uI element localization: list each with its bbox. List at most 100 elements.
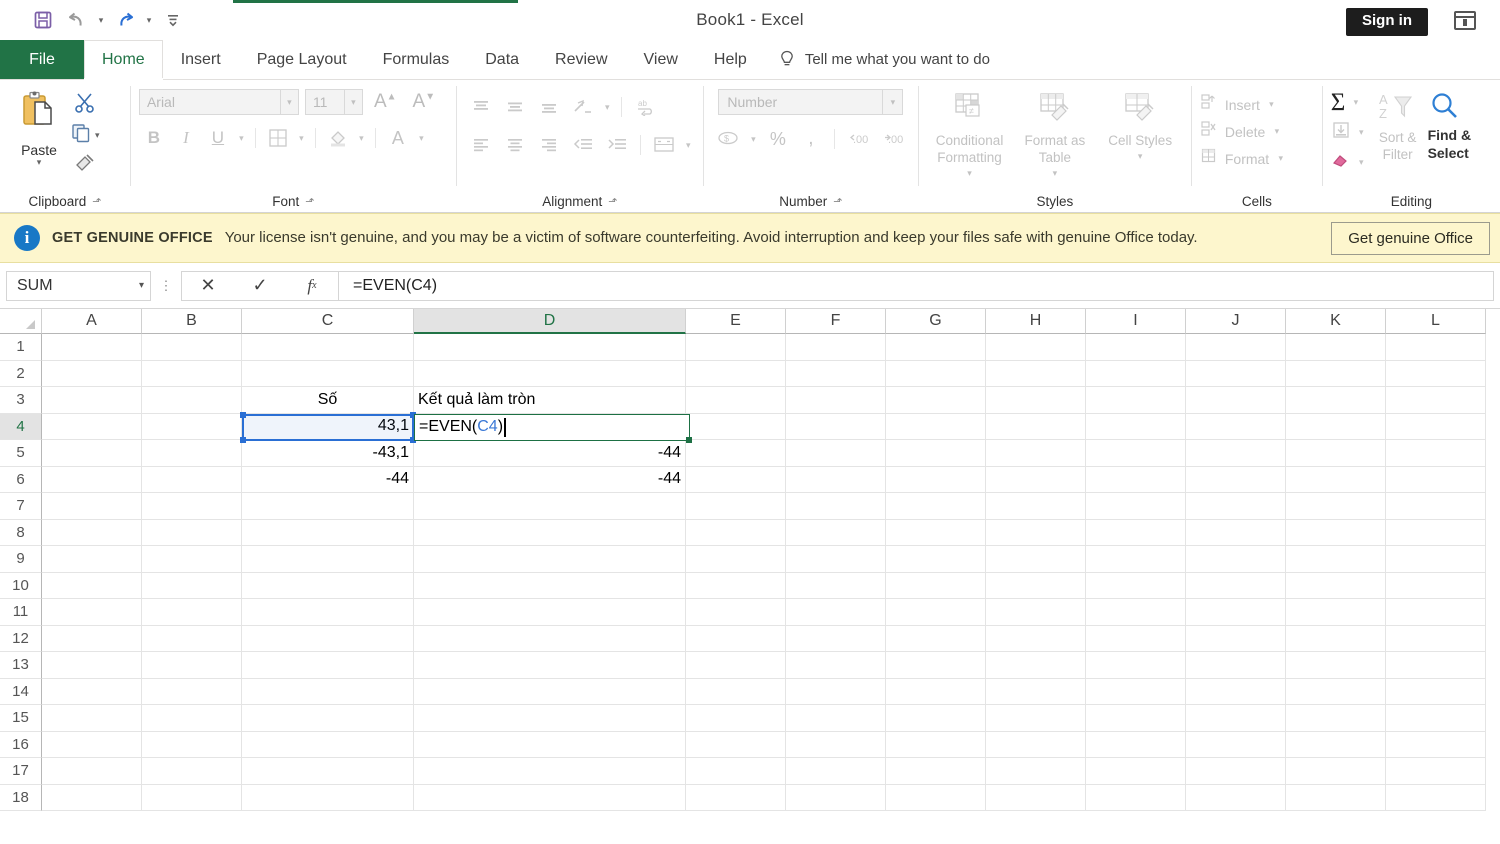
cell-j2[interactable] xyxy=(1186,360,1286,387)
cell-k11[interactable] xyxy=(1286,599,1386,626)
cell-b14[interactable] xyxy=(142,678,242,705)
cell-b8[interactable] xyxy=(142,519,242,546)
cell-c8[interactable] xyxy=(242,519,414,546)
cell-c13[interactable] xyxy=(242,652,414,679)
row-header-6[interactable]: 6 xyxy=(0,466,42,493)
clear-button[interactable]: ▾ xyxy=(1331,149,1368,176)
cell-d10[interactable] xyxy=(414,572,686,599)
cell-k14[interactable] xyxy=(1286,678,1386,705)
cell-l14[interactable] xyxy=(1386,678,1486,705)
clipboard-dialog-launcher-icon[interactable]: ⬏ xyxy=(92,195,101,208)
cell-k6[interactable] xyxy=(1286,466,1386,493)
bold-button[interactable]: B xyxy=(139,124,169,152)
increase-decimal-button[interactable]: .00 xyxy=(843,125,875,153)
cell-b18[interactable] xyxy=(142,784,242,811)
cell-l3[interactable] xyxy=(1386,387,1486,414)
column-header-k[interactable]: K xyxy=(1286,309,1386,334)
delete-cells-dropdown-icon[interactable]: ▾ xyxy=(1270,126,1283,137)
cell-j8[interactable] xyxy=(1186,519,1286,546)
row-header-5[interactable]: 5 xyxy=(0,440,42,467)
conditional-formatting-dropdown-icon[interactable]: ▾ xyxy=(967,168,972,179)
cell-a12[interactable] xyxy=(42,625,142,652)
cell-l13[interactable] xyxy=(1386,652,1486,679)
cell-d15[interactable] xyxy=(414,705,686,732)
cell-h8[interactable] xyxy=(986,519,1086,546)
cell-f3[interactable] xyxy=(786,387,886,414)
cell-d11[interactable] xyxy=(414,599,686,626)
align-center-button[interactable] xyxy=(499,131,531,159)
column-header-b[interactable]: B xyxy=(142,309,242,334)
clear-dropdown-icon[interactable]: ▾ xyxy=(1355,157,1368,168)
cell-j3[interactable] xyxy=(1186,387,1286,414)
cell-l7[interactable] xyxy=(1386,493,1486,520)
cell-styles-dropdown-icon[interactable]: ▾ xyxy=(1138,151,1143,162)
cell-l4[interactable] xyxy=(1386,413,1486,440)
row-header-4[interactable]: 4 xyxy=(0,413,42,440)
cell-d5[interactable]: -44 xyxy=(414,440,686,467)
cell-b5[interactable] xyxy=(142,440,242,467)
cell-h7[interactable] xyxy=(986,493,1086,520)
number-dialog-launcher-icon[interactable]: ⬏ xyxy=(833,195,842,208)
find-select-button[interactable]: Find & Select xyxy=(1428,89,1492,162)
cell-i5[interactable] xyxy=(1086,440,1186,467)
cell-l9[interactable] xyxy=(1386,546,1486,573)
format-as-table-button[interactable]: Format as Table ▾ xyxy=(1012,91,1097,179)
cell-f17[interactable] xyxy=(786,758,886,785)
row-header-1[interactable]: 1 xyxy=(0,334,42,361)
cell-k3[interactable] xyxy=(1286,387,1386,414)
column-header-d[interactable]: D xyxy=(414,309,686,334)
cell-e1[interactable] xyxy=(686,334,786,361)
cell-a8[interactable] xyxy=(42,519,142,546)
cell-a2[interactable] xyxy=(42,360,142,387)
column-header-f[interactable]: F xyxy=(786,309,886,334)
cell-k12[interactable] xyxy=(1286,625,1386,652)
cell-g12[interactable] xyxy=(886,625,986,652)
cell-g6[interactable] xyxy=(886,466,986,493)
align-middle-button[interactable] xyxy=(499,93,531,121)
fill-handle[interactable] xyxy=(686,436,692,443)
cell-k8[interactable] xyxy=(1286,519,1386,546)
row-header-16[interactable]: 16 xyxy=(0,731,42,758)
orientation-dropdown-icon[interactable]: ▾ xyxy=(601,102,614,113)
cell-i10[interactable] xyxy=(1086,572,1186,599)
insert-cells-button[interactable]: Insert ▾ xyxy=(1200,91,1278,118)
cell-f8[interactable] xyxy=(786,519,886,546)
cell-e13[interactable] xyxy=(686,652,786,679)
cell-c3[interactable]: Số xyxy=(242,387,414,414)
cell-d1[interactable] xyxy=(414,334,686,361)
format-cells-button[interactable]: Format ▾ xyxy=(1200,145,1287,172)
cell-d7[interactable] xyxy=(414,493,686,520)
cell-i14[interactable] xyxy=(1086,678,1186,705)
cell-i18[interactable] xyxy=(1086,784,1186,811)
cell-e16[interactable] xyxy=(686,731,786,758)
tab-formulas[interactable]: Formulas xyxy=(365,40,468,79)
cell-b6[interactable] xyxy=(142,466,242,493)
row-header-9[interactable]: 9 xyxy=(0,546,42,573)
cell-i9[interactable] xyxy=(1086,546,1186,573)
cell-a1[interactable] xyxy=(42,334,142,361)
cell-b7[interactable] xyxy=(142,493,242,520)
cell-c7[interactable] xyxy=(242,493,414,520)
font-dialog-launcher-icon[interactable]: ⬏ xyxy=(305,195,314,208)
fill-color-button[interactable] xyxy=(323,124,353,152)
cell-h15[interactable] xyxy=(986,705,1086,732)
row-header-13[interactable]: 13 xyxy=(0,652,42,679)
column-header-c[interactable]: C xyxy=(242,309,414,334)
copy-button[interactable]: ▾ xyxy=(70,122,100,149)
cell-j7[interactable] xyxy=(1186,493,1286,520)
cell-b15[interactable] xyxy=(142,705,242,732)
row-header-11[interactable]: 11 xyxy=(0,599,42,626)
cell-b1[interactable] xyxy=(142,334,242,361)
cell-i2[interactable] xyxy=(1086,360,1186,387)
cell-j1[interactable] xyxy=(1186,334,1286,361)
italic-button[interactable]: I xyxy=(171,124,201,152)
tab-review[interactable]: Review xyxy=(537,40,625,79)
cell-i4[interactable] xyxy=(1086,413,1186,440)
cell-c1[interactable] xyxy=(242,334,414,361)
cell-h4[interactable] xyxy=(986,413,1086,440)
column-header-g[interactable]: G xyxy=(886,309,986,334)
cell-h5[interactable] xyxy=(986,440,1086,467)
cell-l6[interactable] xyxy=(1386,466,1486,493)
cell-i3[interactable] xyxy=(1086,387,1186,414)
cell-k9[interactable] xyxy=(1286,546,1386,573)
